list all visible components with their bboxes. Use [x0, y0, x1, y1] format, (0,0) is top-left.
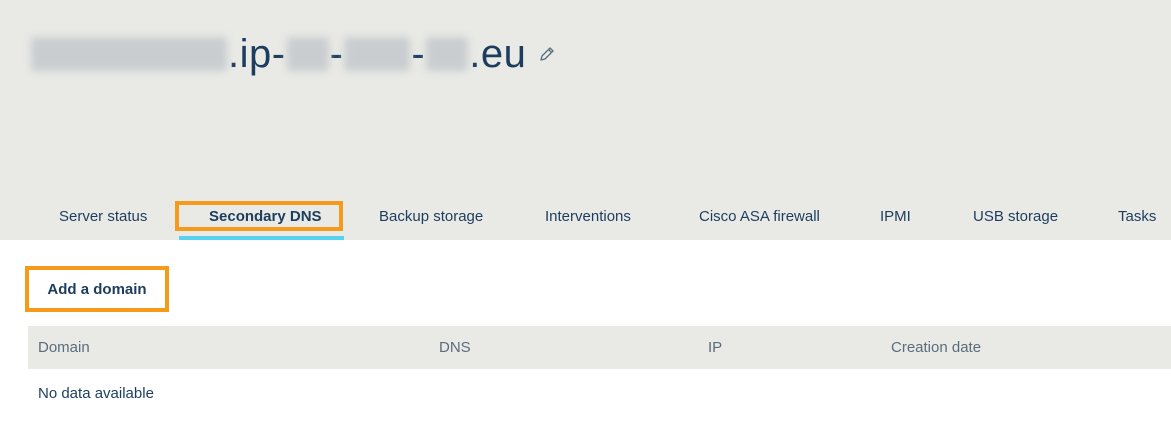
table-header: Domain DNS IP Creation date — [28, 326, 1171, 369]
active-tab-indicator — [179, 236, 344, 240]
title-segment: .ip- — [228, 31, 286, 76]
tab-cisco-asa-firewall[interactable]: Cisco ASA firewall — [699, 196, 820, 236]
add-domain-button[interactable]: Add a domain — [25, 266, 169, 312]
redacted-text — [286, 37, 329, 71]
title-segment: - — [411, 31, 426, 76]
tab-server-status[interactable]: Server status — [59, 196, 147, 236]
tab-tasks[interactable]: Tasks — [1118, 196, 1156, 236]
highlight-box — [175, 201, 343, 231]
column-header-domain[interactable]: Domain — [38, 326, 90, 369]
column-header-ip[interactable]: IP — [708, 326, 722, 369]
tab-interventions[interactable]: Interventions — [545, 196, 631, 236]
column-header-creation-date[interactable]: Creation date — [891, 326, 981, 369]
title-segment: .eu — [469, 31, 527, 76]
redacted-text — [426, 37, 469, 71]
title-segment: - — [329, 31, 344, 76]
tab-backup-storage[interactable]: Backup storage — [379, 196, 483, 236]
tab-ipmi[interactable]: IPMI — [880, 196, 911, 236]
tab-usb-storage[interactable]: USB storage — [973, 196, 1058, 236]
empty-table-message: No data available — [38, 385, 154, 402]
redacted-text — [344, 37, 411, 71]
column-header-dns[interactable]: DNS — [439, 326, 471, 369]
server-name-title: .ip- - - .eu — [30, 28, 556, 80]
pencil-icon[interactable] — [538, 45, 556, 63]
redacted-text — [31, 37, 227, 71]
